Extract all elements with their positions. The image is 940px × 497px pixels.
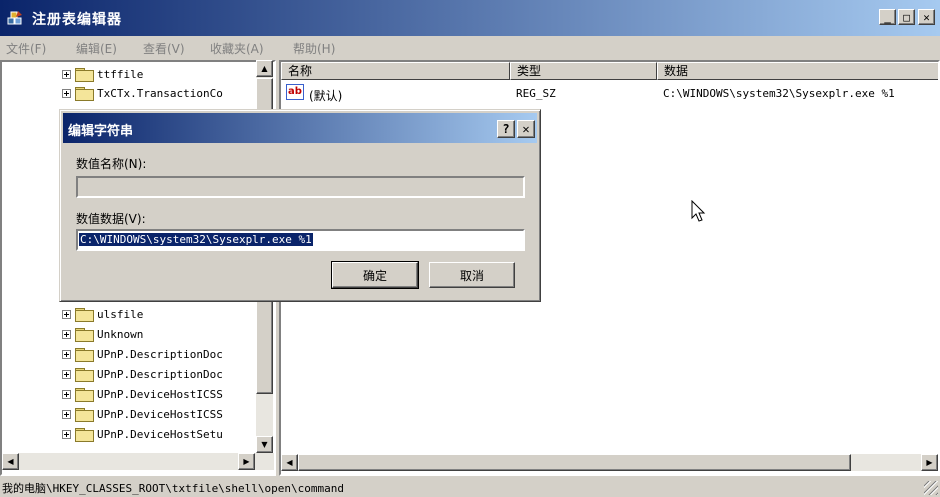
menu-favorites[interactable]: 收藏夹(A) [210,40,264,57]
expand-icon[interactable] [62,430,71,439]
string-value-icon: ab [286,84,304,100]
folder-icon [75,408,94,422]
expand-icon[interactable] [62,89,71,98]
folder-icon [75,87,94,101]
menu-file[interactable]: 文件(F) [6,40,46,57]
menubar: 文件(F) 编辑(E) 查看(V) 收藏夹(A) 帮助(H) [0,36,940,58]
column-header-data[interactable]: 数据 [657,62,938,80]
tree-item[interactable]: UPnP.DeviceHostSetu [62,425,223,444]
value-type: REG_SZ [516,87,556,100]
tree-item[interactable]: UPnP.DeviceHostICSS [62,385,223,404]
value-data-selected-text: C:\WINDOWS\system32\Sysexplr.exe %1 [79,233,313,246]
folder-icon [75,348,94,362]
menu-help[interactable]: 帮助(H) [293,40,335,57]
dialog-close-button[interactable]: ✕ [517,120,535,138]
list-scroll-thumb[interactable] [298,454,851,471]
value-data-label: 数值数据(V): [76,212,146,226]
tree-horizontal-scrollbar[interactable]: ◀ ▶ [2,453,274,470]
window-titlebar[interactable]: 注册表编辑器 _ □ ✕ [0,0,940,36]
tree-item[interactable]: TxCTx.TransactionCo [62,84,223,103]
dialog-titlebar[interactable]: 编辑字符串 ? ✕ [63,113,537,143]
tree-item-label: ttffile [97,68,144,81]
expand-icon[interactable] [62,410,71,419]
tree-item-label: TxCTx.TransactionCo [97,87,223,100]
expand-icon[interactable] [62,350,71,359]
close-button[interactable]: ✕ [918,9,935,25]
tree-item-label: UPnP.DeviceHostICSS [97,388,223,401]
resize-grip-icon[interactable] [924,481,938,495]
tree-item[interactable]: UPnP.DescriptionDoc [62,345,223,364]
scroll-right-arrow-icon[interactable]: ▶ [921,454,938,471]
expand-icon[interactable] [62,370,71,379]
scroll-left-arrow-icon[interactable]: ◀ [281,454,298,471]
folder-icon [75,388,94,402]
expand-icon[interactable] [62,390,71,399]
mouse-pointer-icon [691,200,706,222]
scroll-right-arrow-icon[interactable]: ▶ [238,453,255,470]
value-name-field [76,176,525,198]
ok-button[interactable]: 确定 [331,261,419,289]
tree-item-label: UPnP.DescriptionDoc [97,368,223,381]
tree-item-label: ulsfile [97,308,144,321]
edit-string-dialog: 编辑字符串 ? ✕ 数值名称(N): 数值数据(V): C:\WINDOWS\s… [59,109,541,302]
folder-icon [75,328,94,342]
expand-icon[interactable] [62,330,71,339]
scroll-up-arrow-icon[interactable]: ▲ [256,60,273,77]
expand-icon[interactable] [62,70,71,79]
tree-item-label: UPnP.DeviceHostICSS [97,408,223,421]
tree-item[interactable]: ulsfile [62,305,143,324]
tree-item-label: UPnP.DescriptionDoc [97,348,223,361]
folder-icon [75,428,94,442]
menu-view[interactable]: 查看(V) [143,40,185,57]
tree-item-label: Unknown [97,328,144,341]
regedit-icon [7,11,22,25]
list-horizontal-scrollbar[interactable]: ◀ ▶ [281,454,938,471]
status-path: 我的电脑\HKEY_CLASSES_ROOT\txtfile\shell\ope… [2,482,345,495]
value-data-input[interactable]: C:\WINDOWS\system32\Sysexplr.exe %1 [76,229,525,251]
value-name: (默认) [309,89,343,103]
expand-icon[interactable] [62,310,71,319]
dialog-help-button[interactable]: ? [497,120,515,138]
menu-edit[interactable]: 编辑(E) [76,40,117,57]
dialog-title: 编辑字符串 [68,124,134,139]
scroll-left-arrow-icon[interactable]: ◀ [2,453,19,470]
folder-icon [75,308,94,322]
value-data: C:\WINDOWS\system32\Sysexplr.exe %1 [663,87,895,100]
window-title: 注册表编辑器 [32,12,122,28]
scroll-down-arrow-icon[interactable]: ▼ [256,436,273,453]
value-name-label: 数值名称(N): [76,157,147,171]
tree-item[interactable]: UPnP.DeviceHostICSS [62,405,223,424]
maximize-button[interactable]: □ [898,9,915,25]
tree-item[interactable]: Unknown [62,325,143,344]
column-header-type[interactable]: 类型 [510,62,657,80]
minimize-button[interactable]: _ [879,9,896,25]
tree-item-label: UPnP.DeviceHostSetu [97,428,223,441]
tree-item[interactable]: ttffile [62,65,143,84]
statusbar: 我的电脑\HKEY_CLASSES_ROOT\txtfile\shell\ope… [0,477,940,497]
tree-item[interactable]: UPnP.DescriptionDoc [62,365,223,384]
column-header-name[interactable]: 名称 [281,62,510,80]
folder-icon [75,368,94,382]
folder-icon [75,68,94,82]
cancel-button[interactable]: 取消 [429,262,515,288]
